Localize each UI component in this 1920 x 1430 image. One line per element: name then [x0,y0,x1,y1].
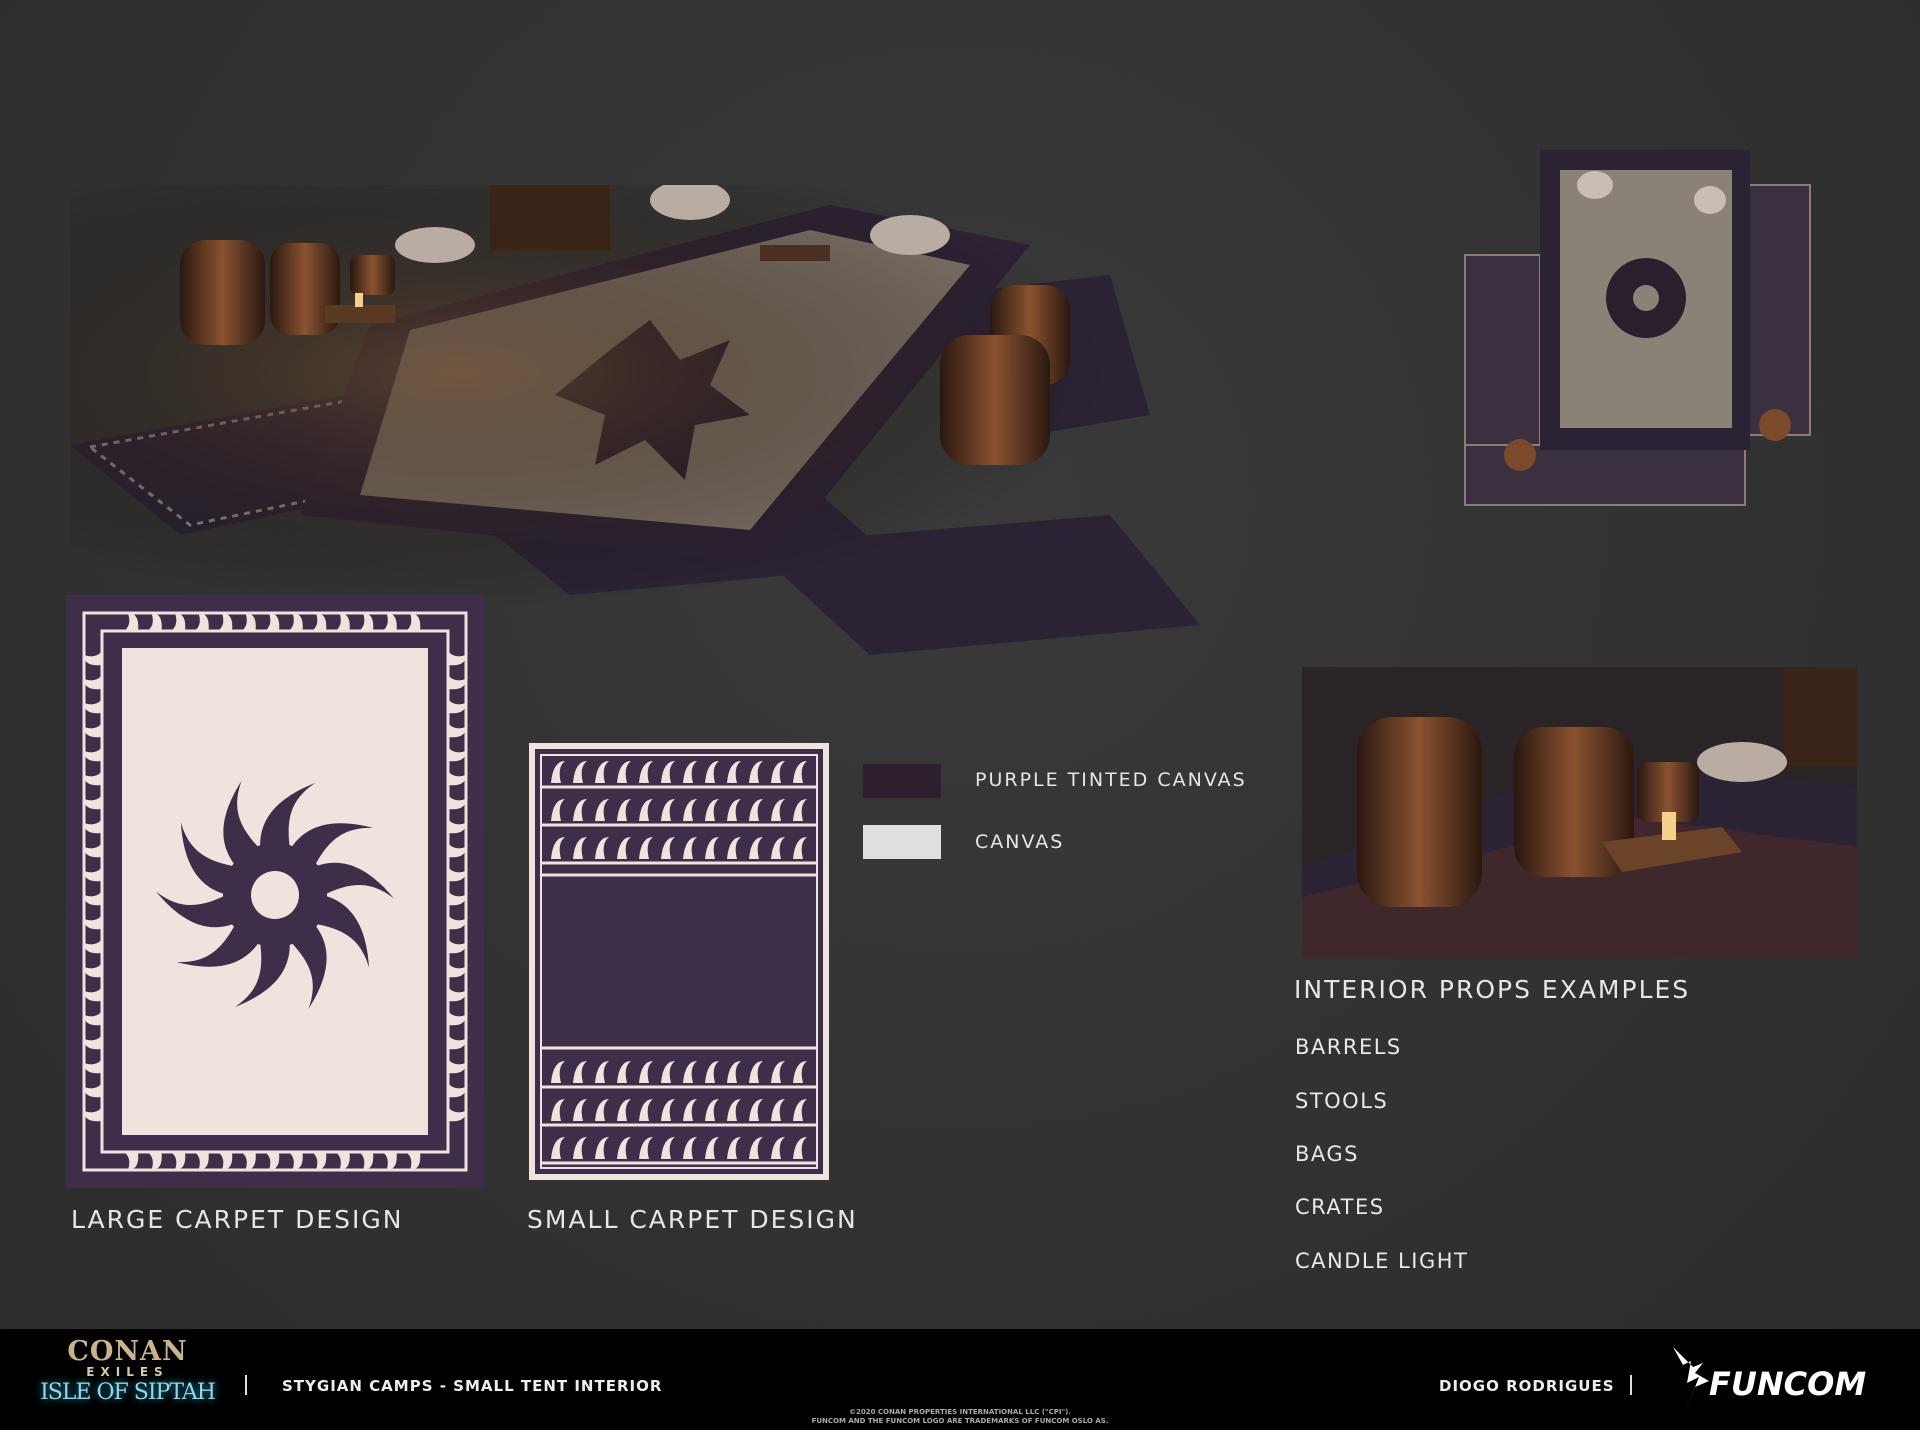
funcom-logo: FUNCOM [1665,1343,1895,1418]
swatch-purple-tinted-canvas [863,764,941,798]
funcom-stag-icon [1673,1347,1709,1413]
tent-interior-render [70,185,1370,655]
small-carpet-label: SMALL CARPET DESIGN [527,1205,858,1234]
interior-props-render [1302,667,1857,958]
copyright-line1: ©2020 CONAN PROPERTIES INTERNATIONAL LLC… [848,1408,1072,1416]
funcom-wordmark: FUNCOM [1709,1365,1867,1403]
copyright-line2: FUNCOM AND THE FUNCOM LOGO ARE TRADEMARK… [811,1417,1109,1425]
props-item: BARRELS [1295,1035,1402,1059]
logo-line1: CONAN [67,1336,188,1367]
large-carpet-label: LARGE CARPET DESIGN [71,1205,404,1234]
logo-line3: ISLE OF SIPTAH [40,1380,216,1405]
swatch-canvas [863,825,941,859]
copyright: ©2020 CONAN PROPERTIES INTERNATIONAL LLC… [0,1408,1920,1426]
props-item: STOOLS [1295,1089,1389,1113]
props-item: CANDLE LIGHT [1295,1249,1469,1273]
props-title: INTERIOR PROPS EXAMPLES [1294,975,1691,1004]
divider [245,1375,247,1395]
small-carpet-design [529,743,829,1180]
tent-top-view-render [1464,150,1811,506]
logo-line2: EXILES [86,1365,169,1379]
props-item: CRATES [1295,1195,1385,1219]
props-item: BAGS [1295,1142,1360,1166]
crate [490,185,610,250]
divider [1630,1375,1632,1395]
legend-label-canvas: CANVAS [975,831,1065,853]
conan-exiles-logo: CONAN EXILES ISLE OF SIPTAH [40,1336,216,1419]
author-name: DIOGO RODRIGUES [1439,1377,1615,1395]
large-carpet-design [66,595,484,1188]
footer-bar: CONAN EXILES ISLE OF SIPTAH STYGIAN CAMP… [0,1329,1920,1430]
footer-title: STYGIAN CAMPS - SMALL TENT INTERIOR [282,1377,663,1395]
legend-label-purple: PURPLE TINTED CANVAS [975,769,1247,791]
